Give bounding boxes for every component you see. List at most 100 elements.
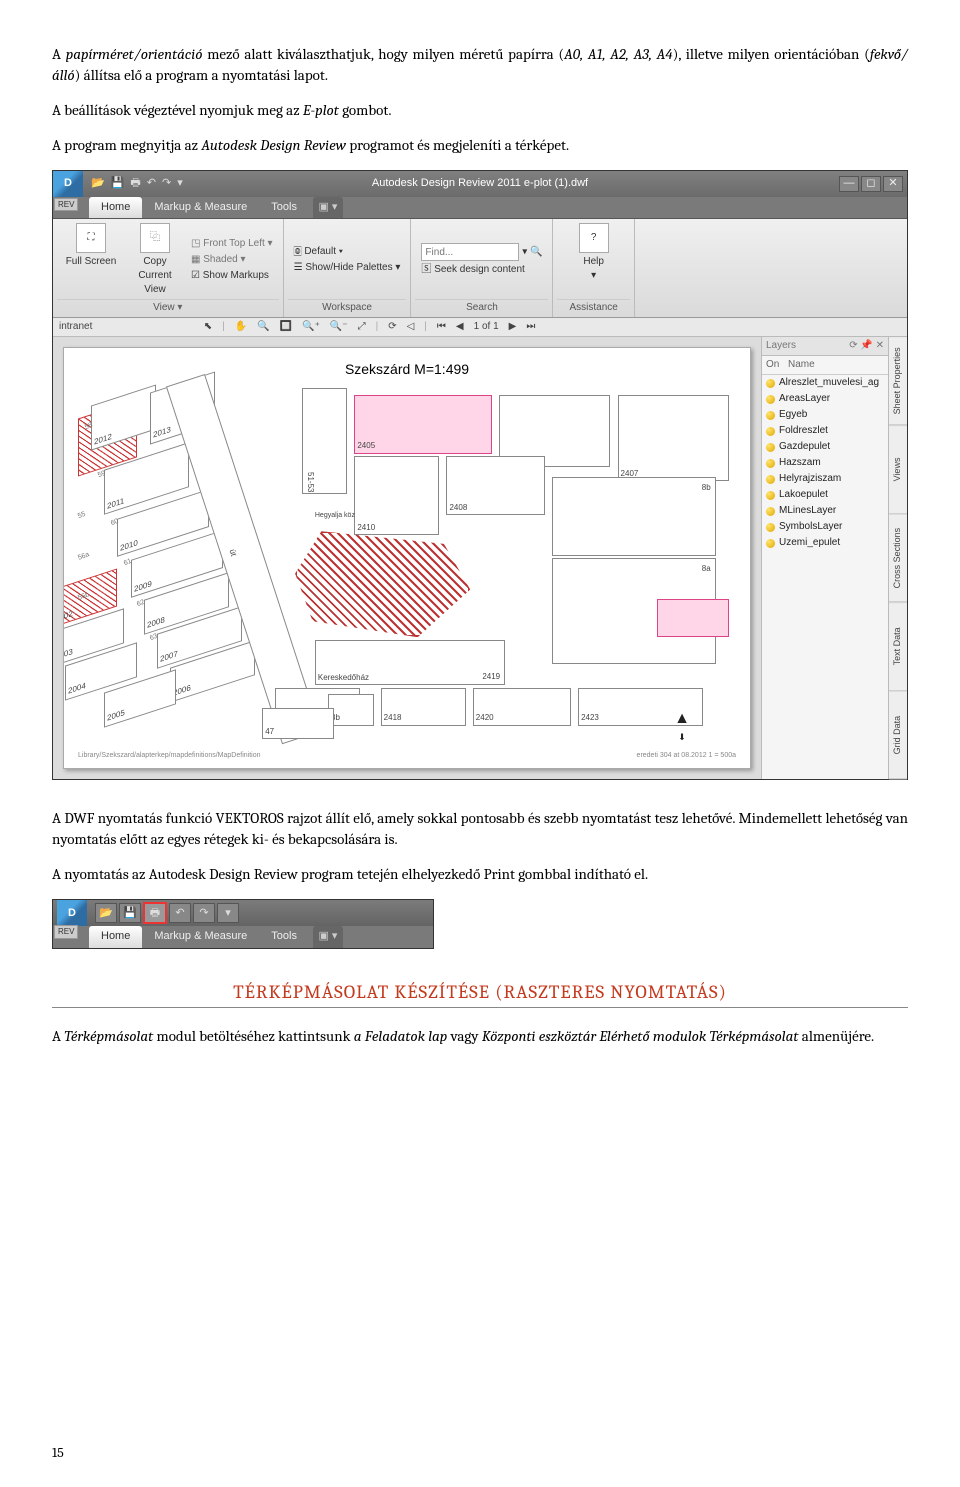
north-arrow-icon: ▲⬇ [674, 708, 690, 743]
parcel-label: 2002 [63, 607, 72, 624]
seek-design-content-button[interactable]: 🅂 Seek design content [421, 263, 542, 277]
tab-tools[interactable]: Tools [259, 926, 309, 947]
print-icon[interactable]: 🖶 [130, 176, 140, 191]
lightbulb-icon[interactable] [766, 523, 775, 532]
lightbulb-icon[interactable] [766, 491, 775, 500]
save-icon[interactable]: 💾 [119, 903, 141, 923]
lightbulb-icon[interactable] [766, 475, 775, 484]
lightbulb-icon[interactable] [766, 395, 775, 404]
tab-tools[interactable]: Tools [259, 197, 309, 218]
side-palette-tabs: Sheet Properties Views Cross Sections Te… [888, 337, 907, 779]
layer-row[interactable]: Gazdepulet [762, 439, 888, 455]
show-markups-checkbox[interactable]: ☑ Show Markups [191, 269, 273, 283]
zoom-in-icon[interactable]: 🔍⁺ [302, 320, 320, 334]
zoom-out-icon[interactable]: 🔍⁻ [330, 320, 348, 334]
save-icon[interactable]: 💾 [111, 176, 125, 191]
fit-icon[interactable]: ⤢ [358, 320, 366, 334]
prev-view-icon[interactable]: ◁ [407, 320, 415, 334]
layers-col-on: On [766, 358, 788, 372]
house-number: 56a [77, 550, 91, 563]
undo-icon[interactable]: ↶ [169, 903, 191, 923]
first-page-icon[interactable]: ⏮ [437, 320, 446, 334]
text: A beállítások végeztével nyomjuk meg az [52, 101, 303, 119]
layer-row[interactable]: SymbolsLayer [762, 519, 888, 535]
tab-home[interactable]: Home [89, 197, 142, 218]
parcel: 2418 [381, 688, 466, 726]
find-input[interactable] [421, 243, 519, 261]
sidetab-cross-sections[interactable]: Cross Sections [889, 514, 907, 602]
redo-icon[interactable]: ↷ [193, 903, 215, 923]
pan-tool-icon[interactable]: ✋ [235, 320, 247, 334]
layer-row[interactable]: Egyeb [762, 407, 888, 423]
print-button-highlighted[interactable]: 🖶 [143, 902, 167, 924]
tab-animation-icon[interactable]: ▣ ▾ [313, 197, 343, 218]
show-hide-palettes-button[interactable]: ☰ Show/Hide Palettes ▾ [294, 261, 401, 275]
adr-logo-icon[interactable]: D [57, 900, 87, 926]
open-icon[interactable]: 📂 [91, 176, 105, 191]
open-icon[interactable]: 📂 [95, 903, 117, 923]
lightbulb-icon[interactable] [766, 507, 775, 516]
tab-markup-measure[interactable]: Markup & Measure [142, 926, 259, 947]
zoom-tool-icon[interactable]: 🔍 [257, 320, 269, 334]
map-footer-left: Library/Szekszard/alapterkep/mapdefiniti… [78, 751, 260, 761]
layers-pin-icon[interactable]: 📌 [860, 340, 872, 351]
layer-name: Uzemi_epulet [779, 536, 840, 550]
zoom-rect-icon[interactable]: 🔲 [280, 320, 292, 334]
lightbulb-icon[interactable] [766, 539, 775, 548]
sidetab-text-data[interactable]: Text Data [889, 603, 907, 691]
sidetab-sheet-properties[interactable]: Sheet Properties [889, 337, 907, 425]
maximize-icon[interactable]: ◻ [861, 176, 881, 192]
layers-tool-icon[interactable]: ⟳ [849, 340, 857, 351]
lightbulb-icon[interactable] [766, 443, 775, 452]
tab-home[interactable]: Home [89, 926, 142, 947]
prev-page-icon[interactable]: ◀ [456, 320, 464, 334]
default-workspace-button[interactable]: 🀙 Default ▾ [294, 245, 401, 259]
close-icon[interactable]: ✕ [883, 176, 903, 192]
tab-markup-measure[interactable]: Markup & Measure [142, 197, 259, 218]
rotate-icon[interactable]: ⟳ [388, 320, 396, 334]
layer-row[interactable]: Hazszam [762, 455, 888, 471]
layer-row[interactable]: Alreszlet_muvelesi_ag [762, 375, 888, 391]
lightbulb-icon[interactable] [766, 379, 775, 388]
adr-canvas[interactable]: Szekszárd M=1:499 2012 2013 2011 2010 20… [53, 337, 761, 779]
group-label-assistance: Assistance [557, 299, 629, 316]
parcel-label: 2419 [482, 671, 500, 682]
shaded-button[interactable]: ▦ Shaded ▾ [191, 253, 273, 267]
next-page-icon[interactable]: ▶ [509, 320, 517, 334]
layer-row[interactable]: AreasLayer [762, 391, 888, 407]
lightbulb-icon[interactable] [766, 459, 775, 468]
layer-row[interactable]: Helyrajziszam [762, 471, 888, 487]
layer-name: AreasLayer [779, 392, 830, 406]
undo-icon[interactable]: ↶ [147, 176, 156, 191]
lightbulb-icon[interactable] [766, 427, 775, 436]
lightbulb-icon[interactable] [766, 411, 775, 420]
layer-row[interactable]: MLinesLayer [762, 503, 888, 519]
find-dropdown-icon[interactable]: ▾ [522, 247, 527, 258]
front-top-left-button[interactable]: ◳ Front Top Left ▾ [191, 237, 273, 251]
layer-row[interactable]: Foldreszlet [762, 423, 888, 439]
text: gombot. [339, 101, 392, 119]
binoculars-icon[interactable]: 🔍 [530, 247, 542, 258]
minimize-icon[interactable]: — [839, 176, 859, 192]
layers-list: Alreszlet_muvelesi_ag AreasLayer Egyeb F… [762, 375, 888, 551]
full-screen-button[interactable]: ⛶ Full Screen [63, 223, 119, 297]
sidetab-views[interactable]: Views [889, 426, 907, 514]
adr-logo-icon[interactable]: D [53, 171, 83, 197]
redo-icon[interactable]: ↷ [162, 176, 171, 191]
parcel-label: 2410 [357, 522, 375, 533]
group-label-view[interactable]: View [57, 299, 279, 316]
layer-row[interactable]: Uzemi_epulet [762, 535, 888, 551]
qat-dropdown-icon[interactable]: ▾ [217, 903, 239, 923]
tab-animation-icon[interactable]: ▣ ▾ [313, 926, 343, 947]
last-page-icon[interactable]: ⏭ [526, 320, 535, 334]
house-number: 8a [702, 563, 711, 574]
layers-close-icon[interactable]: ✕ [876, 340, 884, 351]
layer-row[interactable]: Lakoepulet [762, 487, 888, 503]
paragraph-4: A DWF nyomtatás funkció VEKTOROS rajzot … [52, 808, 908, 850]
copy-current-view-button[interactable]: ⿻ Copy Current View [127, 223, 183, 297]
qat-dropdown-icon[interactable]: ▾ [177, 176, 183, 191]
sidetab-grid-data[interactable]: Grid Data [889, 691, 907, 779]
help-button[interactable]: ? Help ▾ [566, 223, 622, 297]
select-tool-icon[interactable]: ⬉ [204, 320, 212, 334]
adr-screenshot: D 📂 💾 🖶 ↶ ↷ ▾ Autodesk Design Review 201… [52, 170, 908, 780]
